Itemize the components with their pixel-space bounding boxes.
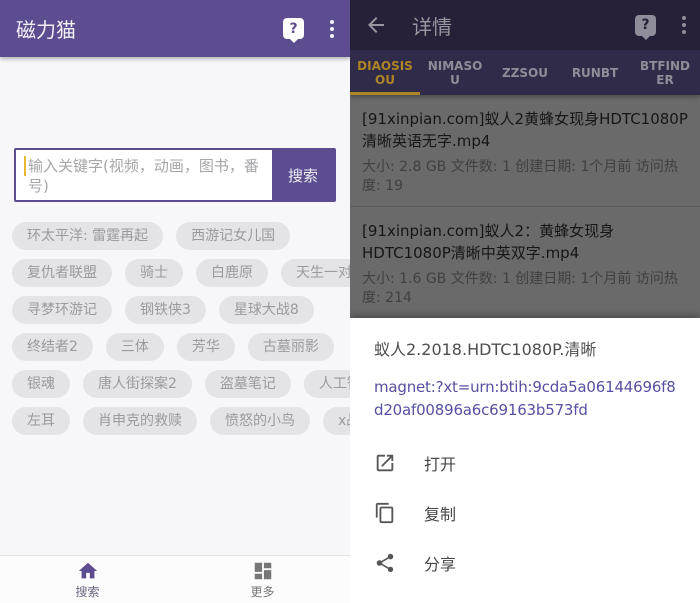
tag-chip[interactable]: 环太平洋: 雷霆再起: [12, 222, 163, 250]
tag-chip[interactable]: 三体: [106, 333, 164, 361]
tab-zzsou[interactable]: ZZSOU: [490, 50, 560, 95]
chip-row: 环太平洋: 雷霆再起 西游记女儿国: [12, 222, 346, 250]
copy-action[interactable]: 复制: [374, 488, 676, 538]
search-button[interactable]: 搜索: [272, 150, 334, 200]
result-item[interactable]: [91xinpian.com]蚁人2：黄蜂女现身HDTC1080P清晰中英双字.…: [350, 207, 700, 318]
tag-chip[interactable]: 天生一对: [281, 259, 350, 287]
result-list: [91xinpian.com]蚁人2黄蜂女现身HDTC1080P清晰英语无字.m…: [350, 95, 700, 318]
tag-chip[interactable]: 人工智能: [304, 370, 350, 398]
result-title: [91xinpian.com]蚁人2：黄蜂女现身HDTC1080P清晰中英双字.…: [362, 220, 688, 264]
open-label: 打开: [424, 451, 456, 475]
share-label: 分享: [424, 551, 456, 575]
tag-chip[interactable]: 寻梦环游记: [12, 296, 112, 324]
copy-icon: [374, 502, 396, 524]
nav-item-search[interactable]: 搜索: [0, 556, 175, 603]
tab-diaosisou[interactable]: DIAOSIS OU: [350, 50, 420, 95]
chip-row: 复仇者联盟 骑士 白鹿原 天生一对: [12, 259, 346, 287]
detail-app-bar: 详情 ?: [350, 0, 700, 50]
magnet-link[interactable]: magnet:?xt=urn:btih:9cda5a06144696f8d20a…: [374, 376, 676, 422]
tag-chip[interactable]: 肖申克的救赎: [83, 407, 197, 435]
tab-runbt[interactable]: RUNBT: [560, 50, 630, 95]
text-cursor: [24, 156, 26, 176]
open-action[interactable]: 打开: [374, 438, 676, 488]
result-item[interactable]: [91xinpian.com]蚁人2黄蜂女现身HDTC1080P清晰英语无字.m…: [350, 95, 700, 206]
search-placeholder: 输入关键字(视频，动画，图书，番号): [28, 156, 264, 196]
result-meta: 大小: 1.6 GB 文件数: 1 创建日期: 1个月前 访问热度: 214: [362, 270, 688, 308]
tag-chip[interactable]: 盗墓笔记: [205, 370, 291, 398]
back-arrow-icon[interactable]: [364, 13, 388, 37]
overflow-menu-icon[interactable]: [330, 20, 334, 38]
home-icon: [77, 560, 99, 582]
copy-label: 复制: [424, 501, 456, 525]
tag-chip[interactable]: 终结者2: [12, 333, 93, 361]
tab-btfinder[interactable]: BTFIND ER: [630, 50, 700, 95]
tag-chip[interactable]: 骑士: [125, 259, 183, 287]
detail-title: 详情: [412, 11, 452, 40]
sheet-title: 蚁人2.2018.HDTC1080P.清晰: [374, 336, 676, 360]
tag-chip[interactable]: 古墓丽影: [248, 333, 334, 361]
tab-nimasou[interactable]: NIMASO U: [420, 50, 490, 95]
magnet-bottom-sheet: 蚁人2.2018.HDTC1080P.清晰 magnet:?xt=urn:bti…: [350, 318, 700, 603]
dashboard-grid-icon: [252, 560, 274, 582]
help-icon[interactable]: ?: [635, 15, 656, 36]
tag-chip[interactable]: 左耳: [12, 407, 70, 435]
search-bar: 输入关键字(视频，动画，图书，番号) 搜索: [14, 148, 336, 202]
search-input[interactable]: 输入关键字(视频，动画，图书，番号): [16, 150, 272, 200]
app-title: 磁力猫: [16, 14, 76, 43]
chip-row: 左耳 肖申克的救赎 愤怒的小鸟 x战警: [12, 407, 346, 435]
tag-chip[interactable]: 西游记女儿国: [176, 222, 290, 250]
source-tabs: DIAOSIS OU NIMASO U ZZSOU RUNBT BTFIND E…: [350, 50, 700, 95]
nav-label-search: 搜索: [75, 583, 99, 600]
tag-chip[interactable]: 复仇者联盟: [12, 259, 112, 287]
tag-chip[interactable]: 唐人街探案2: [83, 370, 192, 398]
overflow-menu-icon[interactable]: [682, 16, 686, 34]
detail-screen: 详情 ? DIAOSIS OU NIMASO U ZZSOU RUNBT BT: [350, 0, 700, 603]
dual-screenshot: 磁力猫 ? 输入关键字(视频，动画，图书，番号) 搜索 环太平洋: 雷霆再起 西…: [0, 0, 700, 603]
search-screen: 磁力猫 ? 输入关键字(视频，动画，图书，番号) 搜索 环太平洋: 雷霆再起 西…: [0, 0, 350, 603]
chip-row: 终结者2 三体 芳华 古墓丽影: [12, 333, 346, 361]
open-in-new-icon: [374, 452, 396, 474]
share-action[interactable]: 分享: [374, 538, 676, 588]
tag-chip[interactable]: 白鹿原: [196, 259, 268, 287]
sheet-actions: 打开 复制 分享: [374, 438, 676, 588]
nav-item-more[interactable]: 更多: [175, 556, 350, 603]
chip-row: 银魂 唐人街探案2 盗墓笔记 人工智能: [12, 370, 346, 398]
help-icon[interactable]: ?: [283, 18, 304, 39]
result-meta: 大小: 2.8 GB 文件数: 1 创建日期: 1个月前 访问热度: 19: [362, 158, 688, 196]
chip-row: 寻梦环游记 钢铁侠3 星球大战8: [12, 296, 346, 324]
tag-chip[interactable]: 银魂: [12, 370, 70, 398]
tag-chip[interactable]: 愤怒的小鸟: [210, 407, 310, 435]
tag-chip[interactable]: 星球大战8: [219, 296, 314, 324]
bottom-navigation: 搜索 更多: [0, 555, 350, 603]
tag-chip[interactable]: x战警: [323, 407, 350, 435]
nav-label-more: 更多: [250, 583, 274, 600]
tag-chip[interactable]: 芳华: [177, 333, 235, 361]
hot-keyword-chips: 环太平洋: 雷霆再起 西游记女儿国 复仇者联盟 骑士 白鹿原 天生一对 寻梦环游…: [12, 222, 346, 444]
tag-chip[interactable]: 钢铁侠3: [125, 296, 206, 324]
share-icon: [374, 552, 396, 574]
left-app-bar: 磁力猫 ?: [0, 0, 350, 57]
result-title: [91xinpian.com]蚁人2黄蜂女现身HDTC1080P清晰英语无字.m…: [362, 108, 688, 152]
